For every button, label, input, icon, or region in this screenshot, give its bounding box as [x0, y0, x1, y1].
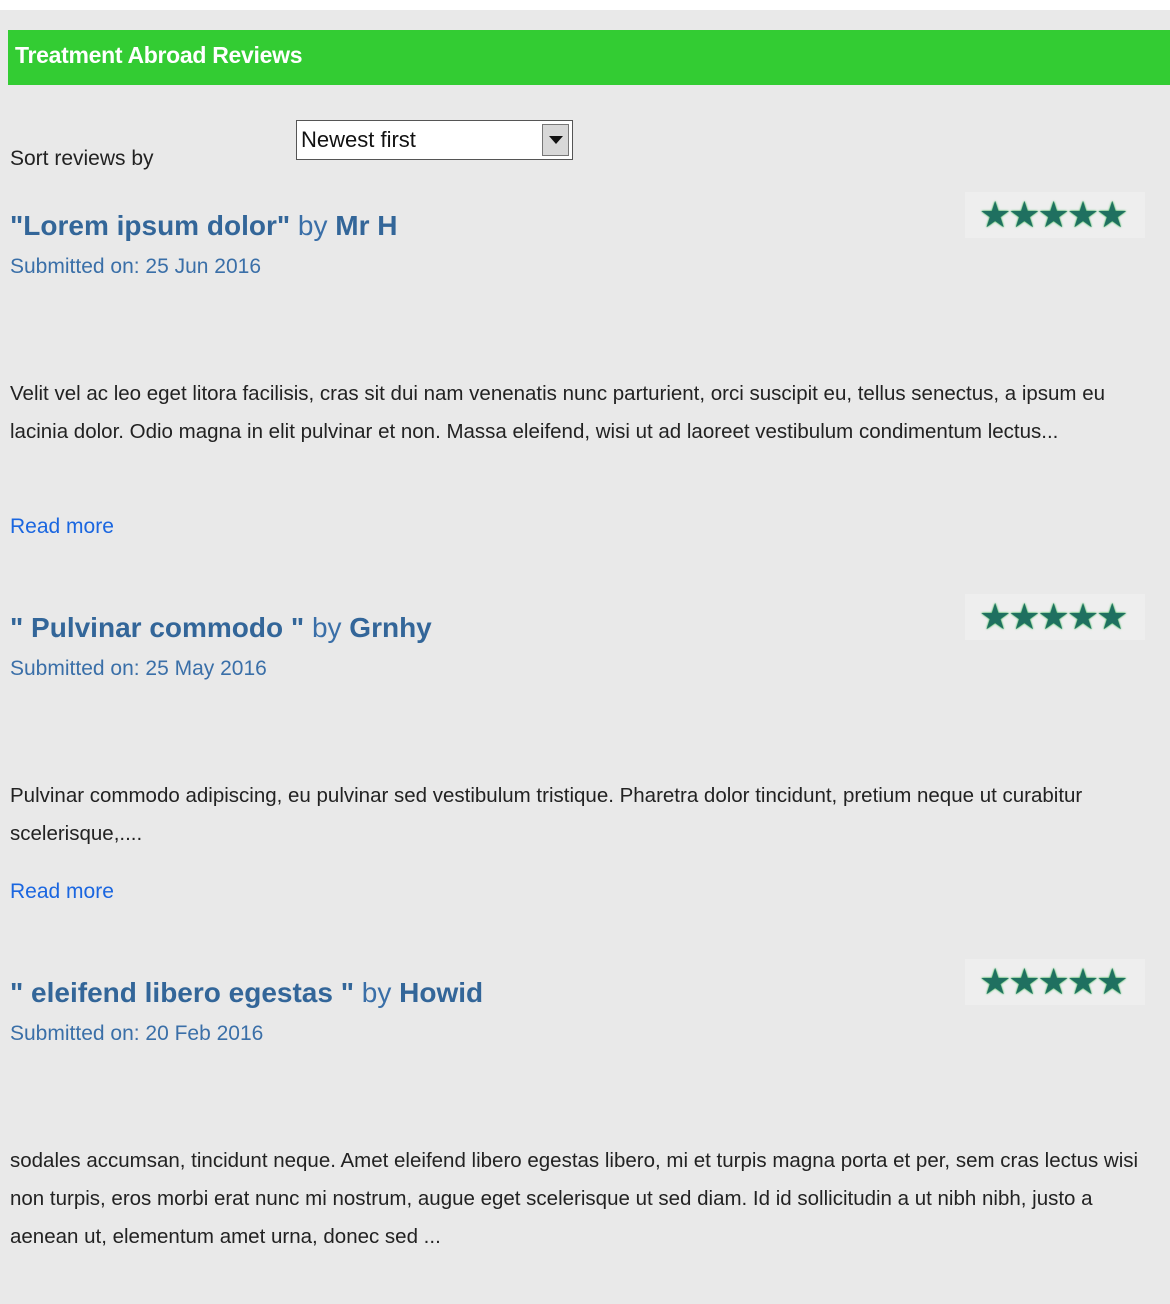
review-date: Submitted on: 25 Jun 2016	[10, 255, 262, 278]
dropdown-button[interactable]	[542, 124, 569, 156]
reviews-page: Treatment Abroad Reviews Sort reviews by…	[0, 10, 1170, 1304]
sort-label: Sort reviews by	[10, 147, 154, 170]
review-author: Howid	[399, 977, 484, 1008]
star-icons: ★★★★★	[979, 961, 1128, 1002]
review-title: "Lorem ipsum dolor"	[10, 210, 291, 241]
review-heading: " Pulvinar commodo " by Grnhy	[10, 612, 432, 644]
review-body: Pulvinar commodo adipiscing, eu pulvinar…	[10, 784, 1083, 845]
review-title: " eleifend libero egestas "	[10, 977, 354, 1008]
sort-dropdown-value: Newest first	[301, 127, 416, 152]
read-more-link[interactable]: Read more	[10, 515, 114, 539]
review-date: Submitted on: 20 Feb 2016	[10, 1022, 264, 1045]
review-heading: " eleifend libero egestas " by Howid	[10, 977, 483, 1009]
review-author: Mr H	[335, 210, 398, 241]
star-icons: ★★★★★	[979, 596, 1128, 637]
chevron-down-icon	[549, 136, 563, 144]
review-by: by	[311, 612, 342, 643]
review-body: sodales accumsan, tincidunt neque. Amet …	[10, 1149, 1139, 1248]
review-body: Velit vel ac leo eget litora facilisis, …	[10, 382, 1106, 443]
page-title: Treatment Abroad Reviews	[15, 42, 303, 68]
review-heading: "Lorem ipsum dolor" by Mr H	[10, 210, 398, 242]
read-more-link[interactable]: Read more	[10, 880, 114, 904]
header-bar: Treatment Abroad Reviews	[8, 30, 1170, 85]
star-rating: ★★★★★	[965, 594, 1145, 640]
review-by: by	[297, 210, 328, 241]
sort-dropdown[interactable]: Newest first	[296, 120, 573, 160]
star-rating: ★★★★★	[965, 959, 1145, 1005]
star-icons: ★★★★★	[979, 194, 1128, 235]
review-date: Submitted on: 25 May 2016	[10, 657, 267, 680]
review-author: Grnhy	[349, 612, 432, 643]
star-rating: ★★★★★	[965, 192, 1145, 238]
review-by: by	[361, 977, 392, 1008]
review-title: " Pulvinar commodo "	[10, 612, 305, 643]
